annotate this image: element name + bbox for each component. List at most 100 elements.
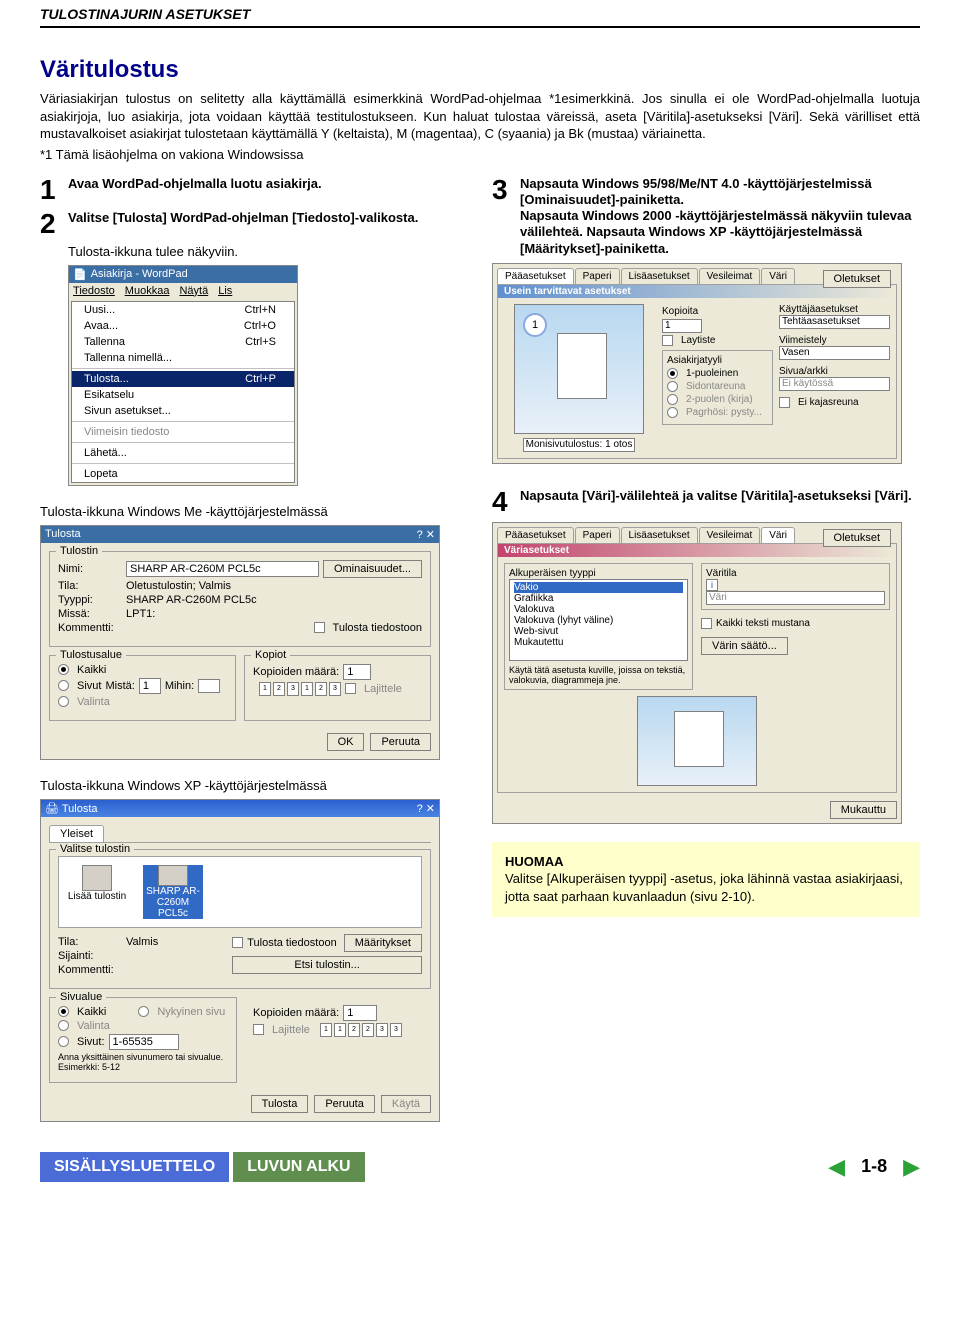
d1-copies-field[interactable]: 1 xyxy=(662,319,702,333)
xp-print-button[interactable]: Tulosta xyxy=(251,1095,309,1113)
pages-radio[interactable] xyxy=(58,680,69,691)
xp-sel-radio[interactable] xyxy=(58,1020,69,1031)
ctab-adv[interactable]: Lisäasetukset xyxy=(621,527,698,543)
printer-list[interactable]: Lisää tulostin SHARP AR-C260M PCL5c xyxy=(58,856,422,928)
cancel-button[interactable]: Peruuta xyxy=(370,733,431,751)
tab-general[interactable]: Yleiset xyxy=(49,825,104,842)
printer-selected[interactable]: SHARP AR-C260M PCL5c xyxy=(143,865,203,919)
mono-select[interactable]: Monisivutulostus: 1 otos xyxy=(523,438,636,452)
menu-item[interactable]: TallennaCtrl+S xyxy=(72,334,294,350)
type-item[interactable]: Mukautettu xyxy=(514,637,683,648)
ctab-color[interactable]: Väri xyxy=(761,527,795,543)
blacktext-check[interactable] xyxy=(701,618,712,629)
note-box: HUOMAA Valitse [Alkuperäisen tyyppi] -as… xyxy=(492,842,920,917)
ok-button[interactable]: OK xyxy=(327,733,365,751)
type-hint: Käytä tätä asetusta kuville, joissa on t… xyxy=(509,665,688,685)
menu-ins[interactable]: Lis xyxy=(218,285,232,297)
nup-select[interactable]: Ei käytössä xyxy=(779,377,890,391)
blacktext-label: Kaikki teksti mustana xyxy=(716,618,810,629)
prev-page-icon[interactable]: ◀ xyxy=(828,1154,845,1180)
from-field[interactable]: 1 xyxy=(139,678,161,694)
menu-edit[interactable]: Muokkaa xyxy=(125,285,170,297)
tab-main[interactable]: Pääasetukset xyxy=(497,268,574,284)
file-menu: Uusi...Ctrl+NAvaa...Ctrl+OTallennaCtrl+S… xyxy=(71,301,295,483)
ctab-paper[interactable]: Paperi xyxy=(575,527,620,543)
r2-radio[interactable] xyxy=(667,381,678,392)
userset-select[interactable]: Tehtäasasetukset xyxy=(779,315,890,329)
menu-item[interactable]: Esikatselu xyxy=(72,387,294,403)
toc-button[interactable]: SISÄLLYSLUETTELO xyxy=(40,1152,229,1182)
r1-radio[interactable] xyxy=(667,368,678,379)
defaults-button[interactable]: Oletukset xyxy=(823,270,891,288)
xp-tofile-check[interactable] xyxy=(232,937,243,948)
xp-collate-check[interactable] xyxy=(253,1024,264,1035)
r3-radio[interactable] xyxy=(667,394,678,405)
wordpad-menubar: Tiedosto Muokkaa Näytä Lis xyxy=(69,283,297,299)
menu-item[interactable]: Lopeta xyxy=(72,466,294,482)
xp-cancel-button[interactable]: Peruuta xyxy=(314,1095,375,1113)
r4-label: Pagrhösi: pysty... xyxy=(686,407,762,418)
preferences-button[interactable]: Määritykset xyxy=(344,934,422,952)
type-item[interactable]: Vakio xyxy=(514,582,683,593)
xp-copies-field[interactable]: 1 xyxy=(343,1005,377,1021)
tofile-check[interactable] xyxy=(314,622,325,633)
layout-label: Laytiste xyxy=(681,335,715,346)
coloradjust-button[interactable]: Värin säätö... xyxy=(701,637,788,655)
menu-item[interactable]: Lähetä... xyxy=(72,445,294,461)
next-page-icon[interactable]: ▶ xyxy=(903,1154,920,1180)
ctab-main[interactable]: Pääasetukset xyxy=(497,527,574,543)
xp-pages-radio[interactable] xyxy=(58,1036,69,1047)
colormode-select[interactable]: Väri xyxy=(706,591,885,605)
nostaple-check[interactable] xyxy=(779,397,790,408)
menu-view[interactable]: Näytä xyxy=(179,285,208,297)
state-label: Tila: xyxy=(58,580,122,592)
menu-item[interactable]: Uusi...Ctrl+N xyxy=(72,302,294,318)
xp-range-legend: Sivualue xyxy=(56,991,106,1003)
printxp-title: Tulosta xyxy=(62,803,98,815)
to-field[interactable] xyxy=(198,679,220,693)
tab-adv[interactable]: Lisäasetukset xyxy=(621,268,698,284)
menu-file[interactable]: Tiedosto xyxy=(73,285,115,297)
sel-radio[interactable] xyxy=(58,696,69,707)
xp-all-radio[interactable] xyxy=(58,1006,69,1017)
r4-radio[interactable] xyxy=(667,407,678,418)
menu-item[interactable]: Tallenna nimellä... xyxy=(72,350,294,366)
properties-button[interactable]: Ominaisuudet... xyxy=(323,560,422,578)
xp-apply-button[interactable]: Käytä xyxy=(381,1095,431,1113)
num-field[interactable]: 1 xyxy=(343,664,371,680)
printxp-close-icon[interactable]: ? ✕ xyxy=(417,802,435,815)
page-title: Väritulostus xyxy=(40,56,920,84)
menu-item[interactable]: Avaa...Ctrl+O xyxy=(72,318,294,334)
chapter-start-button[interactable]: LUVUN ALKU xyxy=(233,1152,364,1182)
c-apply-button[interactable]: Mukauttu xyxy=(830,801,897,819)
ctab-water[interactable]: Vesileimat xyxy=(699,527,761,543)
all-radio[interactable] xyxy=(58,664,69,675)
collate-check[interactable] xyxy=(345,683,356,694)
type-item[interactable]: Valokuva (lyhyt väline) xyxy=(514,615,683,626)
tab-paper[interactable]: Paperi xyxy=(575,268,620,284)
add-printer[interactable]: Lisää tulostin xyxy=(67,865,127,919)
fin-select[interactable]: Vasen xyxy=(779,346,890,360)
type-list[interactable]: VakioGrafiikkaValokuvaValokuva (lyhyt vä… xyxy=(509,579,688,661)
menu-item[interactable]: Sivun asetukset... xyxy=(72,403,294,419)
xp-cur-radio[interactable] xyxy=(138,1006,149,1017)
menu-item[interactable]: Tulosta...Ctrl+P xyxy=(72,371,294,387)
name-field[interactable]: SHARP AR-C260M PCL5c xyxy=(126,561,319,577)
find-printer-button[interactable]: Etsi tulostin... xyxy=(232,956,422,974)
type-item[interactable]: Grafiikka xyxy=(514,593,683,604)
xp-tofile-label: Tulosta tiedostoon xyxy=(247,937,336,949)
printme-close-icon[interactable]: ? ✕ xyxy=(417,528,435,541)
state-val: Oletustulostin; Valmis xyxy=(126,580,231,592)
xp-pages-field[interactable]: 1-65535 xyxy=(109,1034,179,1050)
userset-label: Käyttäjäasetukset xyxy=(779,304,890,315)
fin-label: Viimeistely xyxy=(779,335,890,346)
caption-me: Tulosta-ikkuna Windows Me -käyttöjärjest… xyxy=(40,504,468,519)
layout-check[interactable] xyxy=(662,335,673,346)
type-item[interactable]: Web-sivut xyxy=(514,626,683,637)
preview-bubble: 1 xyxy=(523,313,547,337)
c-defaults-button[interactable]: Oletukset xyxy=(823,529,891,547)
tab-water[interactable]: Vesileimat xyxy=(699,268,761,284)
tab-color[interactable]: Väri xyxy=(761,268,795,284)
type-item[interactable]: Valokuva xyxy=(514,604,683,615)
type-label: Tyyppi: xyxy=(58,594,122,606)
